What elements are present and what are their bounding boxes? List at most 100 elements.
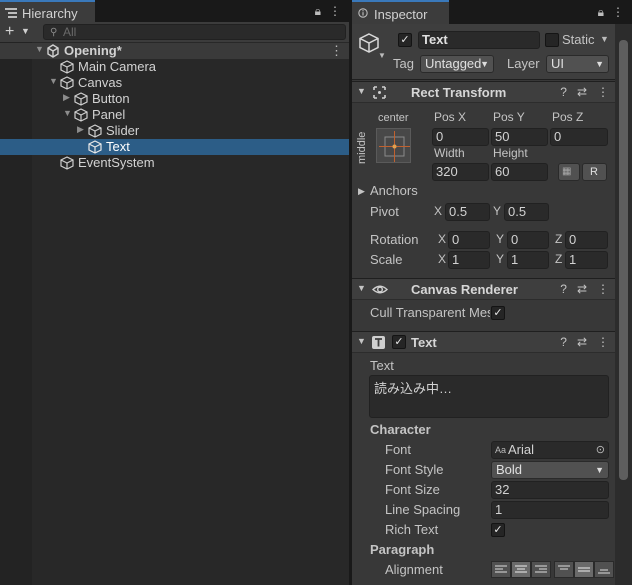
static-checkbox[interactable]	[545, 33, 559, 47]
gameobject-cube-icon	[74, 92, 88, 106]
cull-transparent-checkbox[interactable]: ✓	[491, 306, 505, 320]
scale-z-input[interactable]: 1	[565, 251, 608, 269]
chevron-down-icon[interactable]: ▼	[378, 51, 386, 60]
inspector-content: ▼ ✓ Text Static ▼ Tag Untagged ▼ Layer U…	[352, 24, 615, 585]
character-section-label: Character	[370, 422, 431, 437]
gameobject-header: ▼ ✓ Text Static ▼ Tag Untagged ▼ Layer U…	[352, 24, 615, 80]
align-bottom-button[interactable]	[594, 561, 614, 578]
canvas-renderer-header[interactable]: ▼ Canvas Renderer ? ⇄ ⋮	[352, 278, 615, 300]
static-label: Static	[562, 32, 595, 47]
axis-x-label: X	[434, 204, 443, 218]
add-object-button[interactable]: +	[5, 23, 14, 41]
pos-x-input[interactable]: 0	[432, 128, 489, 146]
tree-item-main-camera[interactable]: Main Camera	[0, 59, 349, 75]
collapsed-arrow-icon[interactable]: ▶	[63, 92, 70, 103]
height-input[interactable]: 60	[491, 163, 548, 181]
presets-icon[interactable]: ⇄	[577, 282, 587, 296]
align-top-button[interactable]	[554, 561, 574, 578]
tree-item-slider[interactable]: ▶ Slider	[0, 123, 349, 139]
tree-item-eventsystem[interactable]: EventSystem	[0, 155, 349, 171]
scale-x-input[interactable]: 1	[448, 251, 490, 269]
lock-icon[interactable]: 🔒︎	[315, 4, 321, 19]
hierarchy-tab[interactable]: Hierarchy	[0, 0, 95, 22]
search-placeholder: All	[63, 25, 77, 39]
font-size-input[interactable]: 32	[491, 481, 609, 499]
expand-arrow-icon[interactable]: ▼	[63, 108, 72, 118]
collapsed-arrow-icon[interactable]: ▶	[358, 186, 365, 197]
line-spacing-input[interactable]: 1	[491, 501, 609, 519]
scale-y-input[interactable]: 1	[507, 251, 549, 269]
gameobject-name-input[interactable]: Text	[418, 31, 540, 49]
kebab-menu-icon[interactable]: ⋮	[597, 282, 609, 296]
font-style-dropdown[interactable]: Bold ▼	[491, 461, 609, 479]
kebab-menu-icon[interactable]: ⋮	[330, 43, 343, 59]
scene-row[interactable]: ▼ Opening* ⋮	[0, 43, 349, 59]
rich-text-label: Rich Text	[385, 522, 439, 537]
gameobject-cube-icon	[88, 124, 102, 138]
expand-arrow-icon[interactable]: ▼	[49, 76, 58, 86]
presets-icon[interactable]: ⇄	[577, 335, 587, 349]
pos-y-input[interactable]: 50	[491, 128, 548, 146]
tree-item-canvas[interactable]: ▼ Canvas	[0, 75, 349, 91]
align-right-button[interactable]	[531, 561, 551, 578]
anchors-label[interactable]: Anchors	[370, 183, 418, 198]
font-object-field[interactable]: Aa Arial ⊙	[491, 441, 609, 459]
rotation-x-input[interactable]: 0	[448, 231, 490, 249]
help-icon[interactable]: ?	[560, 85, 567, 99]
kebab-menu-icon[interactable]: ⋮	[597, 85, 609, 99]
active-checkbox[interactable]: ✓	[398, 33, 412, 47]
expand-arrow-icon[interactable]: ▼	[357, 336, 366, 346]
layer-value: UI	[551, 56, 564, 71]
align-middle-button[interactable]	[574, 561, 594, 578]
pivot-y-input[interactable]: 0.5	[504, 203, 549, 221]
align-top-icon	[558, 565, 570, 570]
collapsed-arrow-icon[interactable]: ▶	[77, 124, 84, 135]
pivot-x-input[interactable]: 0.5	[445, 203, 490, 221]
layer-dropdown[interactable]: UI ▼	[546, 55, 609, 73]
inspector-scrollbar[interactable]	[615, 24, 632, 585]
rotation-z-input[interactable]: 0	[565, 231, 608, 249]
tree-item-panel[interactable]: ▼ Panel	[0, 107, 349, 123]
align-center-button[interactable]	[511, 561, 531, 578]
kebab-menu-icon[interactable]: ⋮	[597, 335, 609, 349]
scrollbar-thumb[interactable]	[619, 40, 628, 480]
blueprint-mode-button[interactable]: ▦	[558, 163, 580, 181]
tree-item-label: Panel	[92, 107, 126, 122]
axis-x-label: X	[438, 232, 447, 246]
help-icon[interactable]: ?	[560, 335, 567, 349]
rotation-y-input[interactable]: 0	[507, 231, 549, 249]
anchor-horizontal-label: center	[378, 112, 409, 124]
lock-icon[interactable]: 🔒︎	[598, 5, 604, 20]
rich-text-checkbox[interactable]: ✓	[491, 523, 505, 537]
scale-label: Scale	[370, 252, 403, 267]
inspector-tab[interactable]: Inspector	[352, 0, 449, 24]
width-input[interactable]: 320	[432, 163, 489, 181]
anchor-preset-button[interactable]	[376, 128, 411, 163]
kebab-menu-icon[interactable]: ⋮	[329, 4, 341, 19]
text-content-textarea[interactable]: 読み込み中…	[369, 375, 609, 418]
gameobject-cube-icon	[60, 156, 74, 170]
tree-item-text[interactable]: Text	[0, 139, 349, 155]
hierarchy-panel: Hierarchy 🔒︎ ⋮ + ▼ ⚲ All ▼ Opening* ⋮ Ma…	[0, 0, 349, 585]
pos-z-input[interactable]: 0	[550, 128, 608, 146]
chevron-down-icon[interactable]: ▼	[21, 26, 30, 36]
help-icon[interactable]: ?	[560, 282, 567, 296]
tag-dropdown[interactable]: Untagged ▼	[420, 55, 494, 73]
chevron-down-icon[interactable]: ▼	[600, 34, 609, 44]
align-left-button[interactable]	[491, 561, 511, 578]
raw-edit-button[interactable]: R	[582, 163, 607, 181]
kebab-menu-icon[interactable]: ⋮	[612, 5, 624, 20]
text-component-header[interactable]: ▼ ✓ Text ? ⇄ ⋮	[352, 331, 615, 353]
hierarchy-search-input[interactable]: ⚲ All	[43, 24, 346, 40]
tree-item-label: Opening*	[64, 43, 122, 58]
tree-item-button[interactable]: ▶ Button	[0, 91, 349, 107]
rect-transform-header[interactable]: ▼ Rect Transform ? ⇄ ⋮	[352, 81, 615, 103]
expand-arrow-icon[interactable]: ▼	[357, 283, 366, 293]
expand-arrow-icon[interactable]: ▼	[357, 86, 366, 96]
expand-arrow-icon[interactable]: ▼	[35, 44, 44, 54]
component-enabled-checkbox[interactable]: ✓	[392, 335, 406, 349]
object-picker-icon[interactable]: ⊙	[596, 442, 605, 458]
presets-icon[interactable]: ⇄	[577, 85, 587, 99]
align-left-icon	[495, 565, 507, 573]
text-field-label: Text	[370, 358, 394, 373]
